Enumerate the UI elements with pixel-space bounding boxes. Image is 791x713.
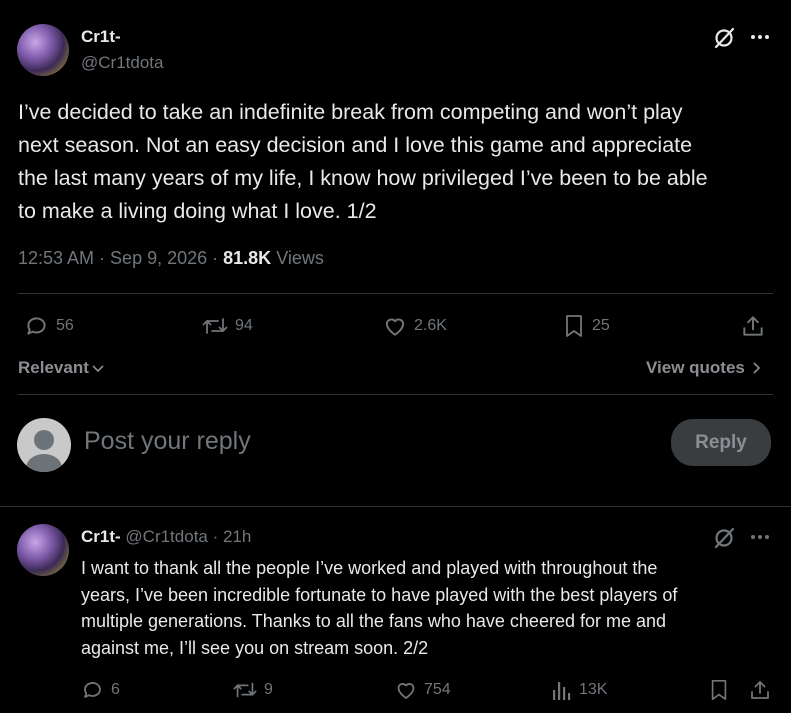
retweet-count: 9 xyxy=(264,681,273,698)
like-count: 754 xyxy=(424,681,451,698)
share-icon[interactable] xyxy=(740,313,766,339)
user-avatar[interactable] xyxy=(17,418,71,472)
views-action[interactable]: 13K xyxy=(551,678,607,702)
reply-action[interactable]: 56 xyxy=(24,313,74,339)
reply-icon xyxy=(81,678,105,702)
retweet-action[interactable]: 94 xyxy=(201,313,253,339)
tweet-text: I’ve decided to take an indefinite break… xyxy=(18,96,708,228)
reply-text-line: I want to thank all the people I’ve work… xyxy=(81,558,658,578)
reply-icon xyxy=(24,313,50,339)
reply-header: Cr1t- @Cr1tdota · 21h xyxy=(81,527,251,547)
default-avatar-icon xyxy=(26,430,62,472)
views-icon xyxy=(551,678,573,702)
reply-text: I want to thank all the people I’ve work… xyxy=(81,555,677,661)
reply-text-line: against me, I’ll see you on stream soon.… xyxy=(81,637,429,658)
divider xyxy=(0,506,791,507)
bookmark-action[interactable]: 25 xyxy=(562,313,610,339)
author-handle[interactable]: @Cr1tdota xyxy=(81,53,163,73)
like-action[interactable]: 2.6K xyxy=(382,313,447,339)
tweet-timestamp[interactable]: 12:53 AM · Sep 9, 2026 · xyxy=(18,248,223,268)
reply-count: 6 xyxy=(111,681,120,698)
grok-icon[interactable] xyxy=(712,526,736,550)
view-quotes-link[interactable]: View quotes xyxy=(646,358,761,378)
share-icon[interactable] xyxy=(748,678,772,702)
tweet-text-line: the last many years of my life, I know h… xyxy=(18,166,708,190)
reply-text-line: years, I’ve been incredible fortunate to… xyxy=(81,584,678,605)
bookmark-icon xyxy=(562,313,586,339)
retweet-action[interactable]: 9 xyxy=(232,678,273,702)
more-icon[interactable] xyxy=(750,34,770,40)
retweet-count: 94 xyxy=(235,317,253,334)
more-icon[interactable] xyxy=(750,534,770,540)
author-display-name[interactable]: Cr1t- xyxy=(81,27,121,47)
retweet-icon xyxy=(232,678,258,702)
view-quotes-label: View quotes xyxy=(646,358,745,377)
bookmark-icon[interactable] xyxy=(708,678,730,702)
chevron-right-icon xyxy=(751,361,761,375)
reply-count: 56 xyxy=(56,317,74,334)
tweet-meta: 12:53 AM · Sep 9, 2026 · 81.8K Views xyxy=(18,248,324,269)
sort-dropdown[interactable]: Relevant xyxy=(18,358,105,378)
reply-author-avatar[interactable] xyxy=(17,524,69,576)
reply-button[interactable]: Reply xyxy=(671,419,771,466)
views-count: 13K xyxy=(579,681,608,698)
tweet-text-line: to make a living doing what I love. 1/2 xyxy=(18,199,377,223)
reply-input[interactable]: Post your reply xyxy=(84,427,251,456)
views-count: 81.8K xyxy=(223,248,272,268)
like-action[interactable]: 754 xyxy=(394,678,451,702)
reply-author-name[interactable]: Cr1t- xyxy=(81,527,121,546)
chevron-down-icon xyxy=(91,361,105,375)
author-avatar[interactable] xyxy=(17,24,69,76)
reply-text-line: multiple generations. Thanks to all the … xyxy=(81,611,667,631)
tweet-text-line: I’ve decided to take an indefinite break… xyxy=(18,100,683,124)
retweet-icon xyxy=(201,313,229,339)
tweet-text-line: next season. Not an easy decision and I … xyxy=(18,133,693,157)
like-icon xyxy=(394,678,418,702)
sort-label: Relevant xyxy=(18,358,89,377)
grok-icon[interactable] xyxy=(712,26,736,50)
reply-handle-time[interactable]: @Cr1tdota · 21h xyxy=(125,527,251,546)
divider xyxy=(18,394,773,395)
bookmark-count: 25 xyxy=(592,317,610,334)
reply-action[interactable]: 6 xyxy=(81,678,120,702)
like-count: 2.6K xyxy=(414,317,447,334)
like-icon xyxy=(382,313,408,339)
views-label: Views xyxy=(271,248,324,268)
divider xyxy=(18,293,773,294)
